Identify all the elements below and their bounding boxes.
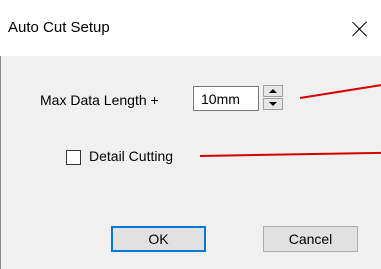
detail-cutting-checkbox[interactable] [66,150,81,165]
arrow-down-icon [269,102,277,106]
spin-up-button[interactable] [263,85,283,97]
close-icon [352,21,368,37]
arrow-up-icon [269,89,277,93]
max-data-length-spinner [263,85,285,112]
annotation-line-length [299,84,381,99]
close-button[interactable] [340,8,381,48]
max-data-length-input[interactable]: 10mm [193,86,259,111]
max-data-length-value: 10mm [201,91,240,107]
annotation-line-detail [199,151,381,157]
title-bar: Auto Cut Setup [0,0,381,56]
spin-down-button[interactable] [263,98,283,110]
ok-button[interactable]: OK [111,226,206,252]
window-border [0,56,1,269]
max-data-length-label: Max Data Length + [40,92,159,108]
dialog-title: Auto Cut Setup [8,19,110,36]
detail-cutting-label[interactable]: Detail Cutting [89,148,173,165]
auto-cut-setup-dialog: Auto Cut Setup Max Data Length + 10mm De… [0,0,381,269]
cancel-button[interactable]: Cancel [263,226,358,252]
